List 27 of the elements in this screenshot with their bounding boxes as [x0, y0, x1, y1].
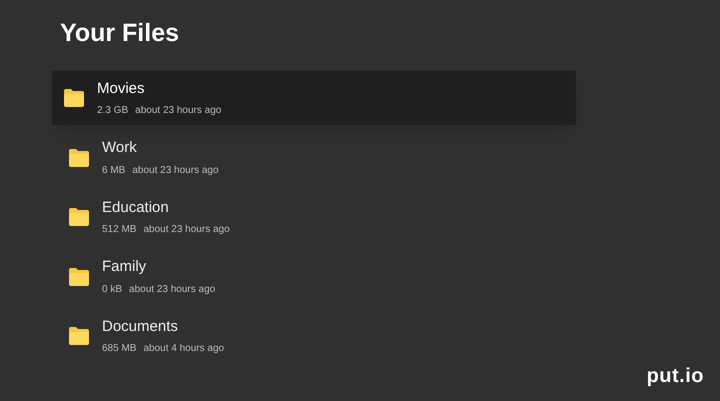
- folder-name: Work: [102, 138, 138, 158]
- modified-time: about 23 hours ago: [143, 223, 230, 238]
- folder-size: 0 kB: [102, 282, 122, 297]
- modified-time: about 23 hours ago: [129, 282, 216, 297]
- folder-icon: [68, 266, 90, 286]
- folder-size: 2.3 GB: [97, 104, 128, 118]
- modified-time: about 23 hours ago: [132, 164, 219, 178]
- folder-icon: [63, 88, 85, 108]
- folder-name: Education: [102, 198, 170, 218]
- folder-icon: [68, 148, 90, 168]
- folder-item[interactable]: Family 0 kB about 23 hours ago: [52, 250, 576, 304]
- folder-item[interactable]: Documents 685 MB about 4 hours ago: [52, 309, 576, 363]
- modified-time: about 4 hours ago: [143, 342, 224, 356]
- folder-size: 685 MB: [102, 342, 136, 356]
- logo: put.io: [646, 364, 704, 389]
- folder-name: Documents: [102, 316, 179, 337]
- page-title: Your Files: [60, 18, 180, 49]
- folder-size: 6 MB: [102, 164, 126, 178]
- modified-time: about 23 hours ago: [135, 104, 222, 118]
- folder-item[interactable]: Education 512 MB about 23 hours ago: [52, 190, 576, 244]
- folder-name: Movies: [97, 78, 146, 99]
- folder-size: 512 MB: [102, 223, 136, 238]
- folder-item[interactable]: Work 6 MB about 23 hours ago: [52, 130, 576, 184]
- folder-item[interactable]: Movies 2.3 GB about 23 hours ago: [52, 71, 576, 125]
- folder-name: Family: [102, 257, 148, 278]
- folder-icon: [68, 326, 90, 346]
- folder-icon: [68, 207, 90, 227]
